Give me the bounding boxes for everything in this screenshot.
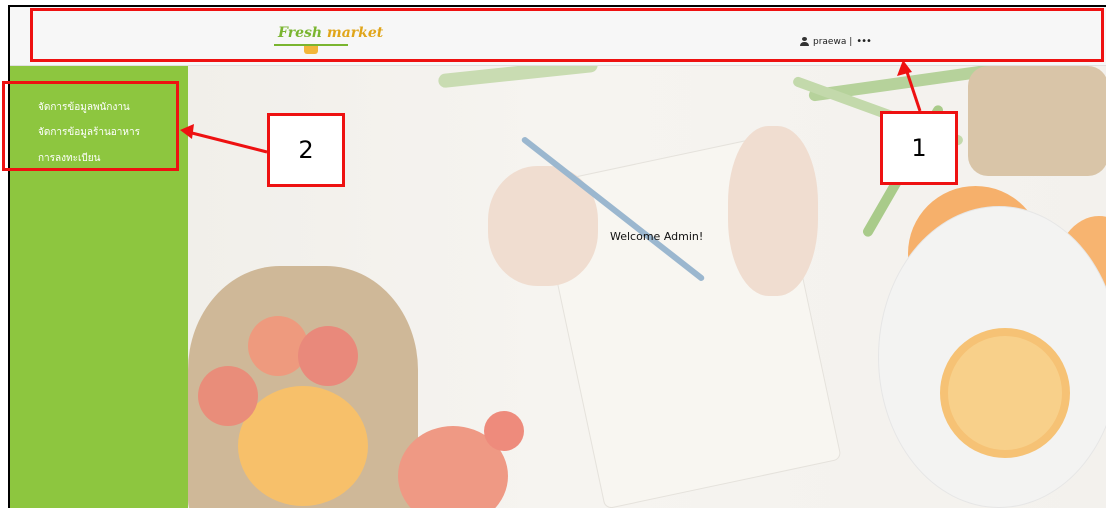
- annotation-label-1: 1: [880, 111, 958, 185]
- annotation-box-sidebar: [2, 81, 179, 171]
- welcome-message: Welcome Admin!: [610, 230, 704, 243]
- annotation-label-2: 2: [267, 113, 345, 187]
- annotation-box-header: [30, 8, 1104, 62]
